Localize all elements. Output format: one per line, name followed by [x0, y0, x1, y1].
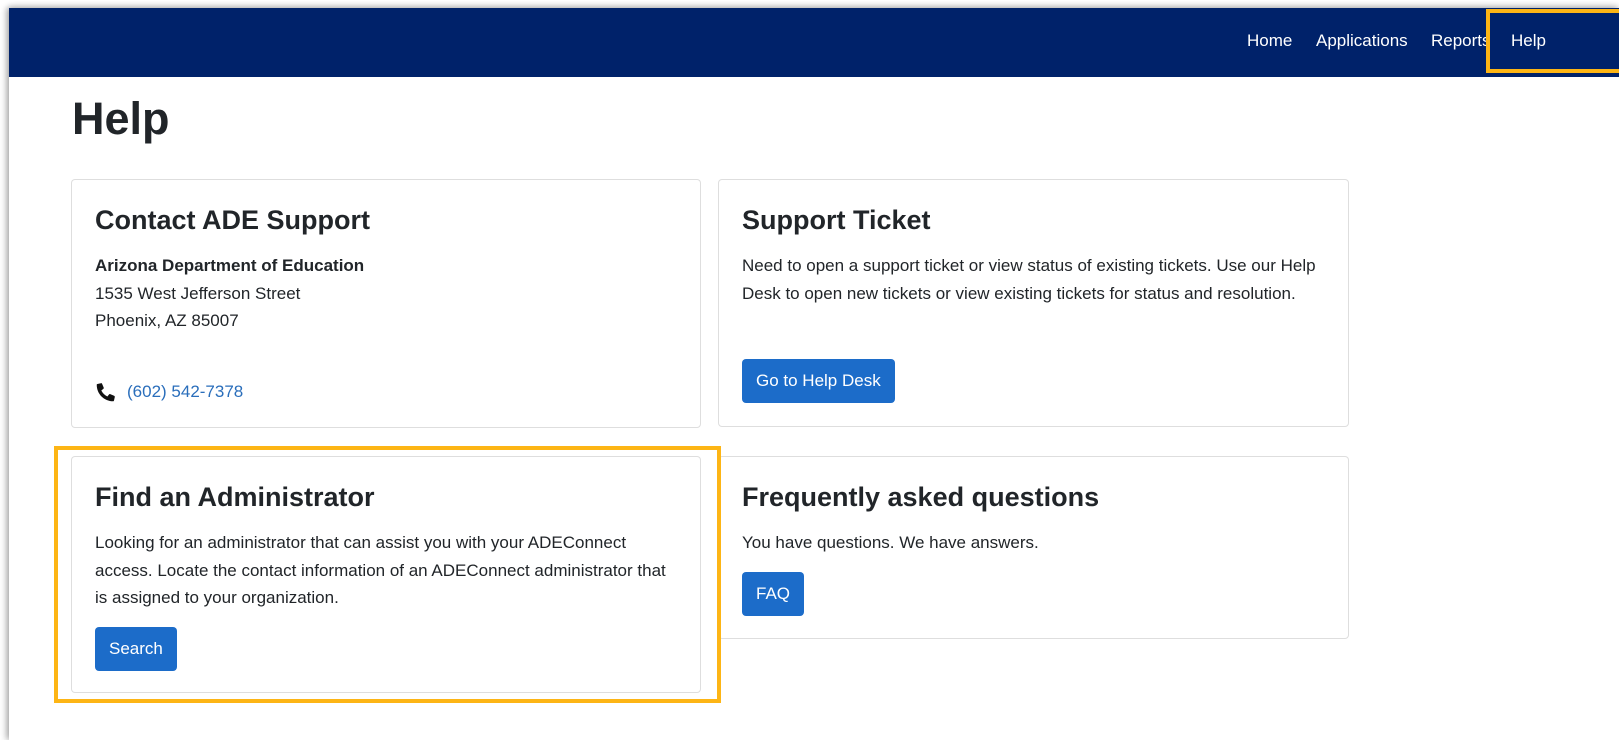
- help-link-highlight: [1486, 9, 1619, 73]
- nav-reports-link[interactable]: Reports: [1431, 30, 1491, 52]
- faq-card-description: You have questions. We have answers.: [742, 533, 1039, 552]
- faq-card: Frequently asked questions You have ques…: [718, 456, 1349, 639]
- contact-card-title: Contact ADE Support: [95, 205, 370, 235]
- address-street: 1535 West Jefferson Street: [95, 283, 301, 303]
- address-city: Phoenix, AZ 85007: [95, 311, 239, 330]
- faq-button[interactable]: FAQ: [742, 572, 805, 616]
- ticket-card-title: Support Ticket: [742, 205, 931, 235]
- phone-link[interactable]: (602) 542-7378: [127, 378, 243, 406]
- page-title: Help: [72, 93, 170, 144]
- nav-applications-link[interactable]: Applications: [1316, 30, 1408, 52]
- contact-address: Arizona Department of Education 1535 Wes…: [95, 252, 364, 335]
- browser-viewport: Home Applications Reports Help Help Cont…: [9, 8, 1619, 740]
- go-to-help-desk-button[interactable]: Go to Help Desk: [742, 359, 895, 403]
- support-ticket-card: Support Ticket Need to open a support ti…: [718, 179, 1349, 427]
- admin-card-description: Looking for an administrator that can as…: [95, 533, 666, 607]
- ticket-card-description: Need to open a support ticket or view st…: [742, 256, 1316, 303]
- org-name: Arizona Department of Education: [95, 256, 365, 275]
- contact-support-card: Contact ADE Support Arizona Department o…: [71, 179, 701, 428]
- admin-card-title: Find an Administrator: [95, 482, 375, 512]
- faq-card-title: Frequently asked questions: [742, 482, 1100, 512]
- phone-icon: [95, 381, 117, 403]
- top-navbar: Home Applications Reports Help: [9, 8, 1619, 77]
- phone-row: (602) 542-7378: [95, 378, 243, 406]
- find-administrator-card: Find an Administrator Looking for an adm…: [71, 456, 701, 693]
- nav-home-link[interactable]: Home: [1247, 30, 1292, 52]
- search-administrator-button[interactable]: Search: [95, 627, 177, 671]
